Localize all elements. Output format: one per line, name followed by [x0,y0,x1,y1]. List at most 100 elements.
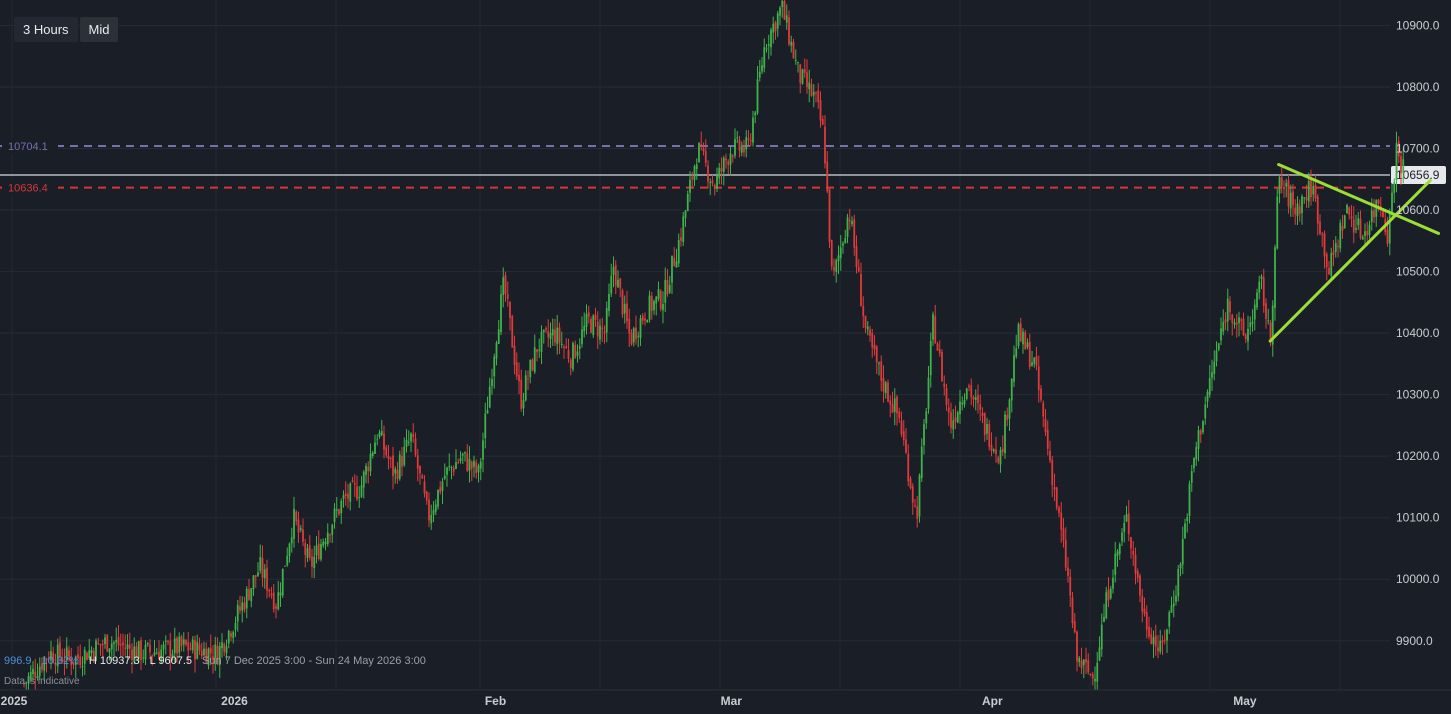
candle-body [1098,647,1101,661]
candle-body [925,411,928,424]
candle-body [1069,576,1072,596]
candle-body [675,261,678,268]
candle-body [1163,639,1166,641]
candle-body [821,119,824,125]
candle-body [1053,487,1056,490]
candle-body [1204,404,1207,419]
candle-body [452,467,455,472]
candle-body [423,481,426,494]
candle-body [974,397,977,400]
candle-body [558,327,561,343]
x-tick-label: Mar [721,694,743,708]
candle-body [1049,450,1051,461]
candle-body [884,382,887,394]
candle-body [520,379,523,409]
candle-body [1037,366,1040,391]
candle-body [387,455,390,460]
candle-body [907,453,910,482]
price-chart[interactable]: 10704.110636.410656.9 9900.010000.010100… [0,0,1451,714]
candle-body [1242,318,1245,336]
candle-body [1181,538,1184,565]
candle-body [1123,522,1126,532]
candle-body [1060,512,1063,530]
candle-body [365,465,367,475]
candle-body [641,315,644,321]
candle-body [1346,204,1348,214]
candle-body [979,404,982,410]
candle-body [1114,553,1117,575]
candle-body [1154,635,1157,647]
candle-body [146,643,149,645]
candle-body [1211,372,1213,378]
candle-body [1260,276,1263,279]
candle-body [401,455,403,467]
candle-body [1143,608,1146,614]
candle-body [824,126,826,164]
candle-body [725,158,727,161]
candle-body [986,424,988,434]
y-tick-label: 10300.0 [1396,388,1440,402]
candle-body [761,65,763,72]
candle-body [425,491,428,501]
candle-body [1179,563,1182,569]
candle-body [329,534,331,536]
candle-body [794,59,797,61]
candle-body [1312,186,1315,195]
candle-body [936,343,939,351]
candle-body [608,293,610,311]
candle-body [657,289,660,299]
y-tick-label: 10100.0 [1396,511,1440,525]
candle-body [684,210,687,218]
candle-body [380,431,383,436]
candle-body [1341,225,1344,231]
candle-body [1118,544,1121,555]
timeframe-button[interactable]: 3 Hours [14,17,78,42]
candle-body [628,318,631,334]
candle-body [491,379,493,387]
change-value: 996.9 [4,655,32,667]
candle-body [493,356,496,377]
candle-body [722,157,725,172]
price-mode-button[interactable]: Mid [79,17,119,42]
candle-body [767,44,770,46]
candle-body [479,461,482,469]
candle-body [1040,388,1042,400]
candle-body [637,335,640,337]
candle-body [720,168,723,172]
candle-body [954,417,957,422]
candle-body [853,219,856,248]
candle-body [677,240,680,264]
candle-body [765,48,768,50]
candle-body [862,305,865,317]
candle-body [572,342,574,370]
candle-body [747,138,750,140]
candle-body [1193,458,1195,469]
candle-body [1042,402,1045,417]
candle-body [630,332,633,345]
candle-body [758,71,761,78]
candle-body [1375,200,1378,217]
candle-body [108,648,111,653]
candle-body [344,493,347,497]
candle-body [241,602,244,611]
candle-body [126,644,129,650]
candle-body [1332,251,1335,255]
candle-body [812,92,815,96]
candle-body [396,469,399,480]
candle-body [522,400,525,409]
candle-body [281,568,284,596]
candle-body [1294,207,1297,215]
candle-body [385,447,388,456]
candle-body [1094,678,1096,682]
candle-body [1368,224,1371,236]
candle-body [1314,184,1317,199]
candle-body [338,509,340,515]
candle-body [871,332,874,348]
candle-body [1265,303,1267,319]
candle-body [239,606,241,611]
candle-body [450,467,453,469]
candle-body [833,267,835,271]
candle-body [1292,191,1294,206]
candle-body [486,410,489,414]
candle-body [414,438,417,455]
